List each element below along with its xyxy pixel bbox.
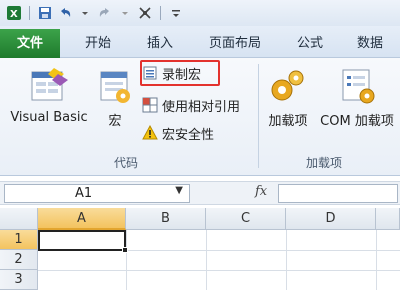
- column-header-d[interactable]: D: [286, 208, 376, 230]
- record-macro-button[interactable]: 录制宏: [142, 62, 201, 84]
- insert-function-icon[interactable]: fx: [255, 184, 267, 199]
- code-group-label: 代码: [114, 156, 139, 170]
- column-header-b[interactable]: B: [126, 208, 206, 230]
- ribbon-panel: Visual Basic 宏 录制宏 使用相对引用 宏安全性 代码 加载项 CO…: [0, 58, 400, 176]
- chevron-down-icon[interactable]: [117, 5, 133, 21]
- visual-basic-icon: [31, 68, 68, 101]
- excel-logo-icon: X: [6, 5, 22, 21]
- column-header-a[interactable]: A: [38, 208, 126, 230]
- relative-references-icon: [142, 97, 158, 113]
- active-cell-a1[interactable]: [38, 230, 128, 253]
- svg-text:X: X: [10, 9, 18, 20]
- toolbar-divider: [160, 6, 161, 20]
- tab-data[interactable]: 数据: [344, 32, 396, 58]
- warning-icon: [142, 125, 158, 140]
- fill-handle[interactable]: [122, 247, 128, 253]
- com-addins-label: COM 加载项: [320, 114, 394, 129]
- row-header-3[interactable]: 3: [0, 270, 38, 290]
- com-addins-button[interactable]: COM 加载项: [316, 66, 398, 129]
- customize-menu-icon[interactable]: [168, 5, 184, 21]
- customize-tools-icon[interactable]: [137, 5, 153, 21]
- name-box-value: A1: [75, 186, 93, 201]
- formula-bar: A1 ▼ fx: [0, 181, 400, 205]
- chevron-down-icon[interactable]: [77, 5, 93, 21]
- worksheet-grid: A B C D 1 2 3: [0, 208, 400, 290]
- macro-security-button[interactable]: 宏安全性: [142, 122, 214, 144]
- tab-formulas[interactable]: 公式: [286, 32, 334, 58]
- addins-label: 加载项: [268, 114, 308, 129]
- relative-references-label: 使用相对引用: [162, 99, 241, 115]
- gears-icon: [271, 70, 304, 101]
- row-header-1[interactable]: 1: [0, 230, 38, 250]
- ribbon-tab-bar: 文件 开始 插入 页面布局 公式 数据: [0, 26, 400, 58]
- gridline: [206, 230, 207, 290]
- gridline: [38, 270, 400, 271]
- macros-icon: [100, 71, 130, 103]
- column-header-next[interactable]: [376, 208, 400, 230]
- record-macro-icon: [143, 66, 157, 80]
- column-header-c[interactable]: C: [206, 208, 286, 230]
- com-addins-icon: [342, 69, 375, 104]
- macro-security-label: 宏安全性: [162, 127, 215, 143]
- group-divider: [258, 64, 259, 168]
- save-icon[interactable]: [37, 5, 53, 21]
- gridline: [126, 230, 127, 290]
- gridline: [376, 230, 377, 290]
- relative-references-button[interactable]: 使用相对引用: [142, 94, 240, 116]
- addins-group-label: 加载项: [306, 156, 343, 170]
- select-all-corner[interactable]: [0, 208, 38, 230]
- addins-button[interactable]: 加载项: [262, 66, 314, 129]
- tab-page-layout[interactable]: 页面布局: [198, 32, 272, 58]
- visual-basic-label: Visual Basic: [10, 110, 88, 125]
- quick-access-toolbar: X: [0, 0, 400, 26]
- redo-icon[interactable]: [97, 5, 113, 21]
- toolbar-divider: [29, 6, 30, 20]
- visual-basic-button[interactable]: Visual Basic: [6, 66, 92, 125]
- formula-input[interactable]: [278, 184, 398, 203]
- macros-button[interactable]: 宏: [96, 66, 134, 129]
- tab-home[interactable]: 开始: [74, 32, 122, 58]
- macros-label: 宏: [108, 114, 122, 129]
- undo-icon[interactable]: [57, 5, 73, 21]
- tab-file[interactable]: 文件: [0, 29, 60, 58]
- record-macro-label: 录制宏: [162, 67, 202, 83]
- row-header-2[interactable]: 2: [0, 250, 38, 270]
- name-box[interactable]: A1 ▼: [4, 184, 190, 203]
- gridline: [286, 230, 287, 290]
- chevron-down-icon[interactable]: ▼: [175, 185, 183, 196]
- tab-insert[interactable]: 插入: [136, 32, 184, 58]
